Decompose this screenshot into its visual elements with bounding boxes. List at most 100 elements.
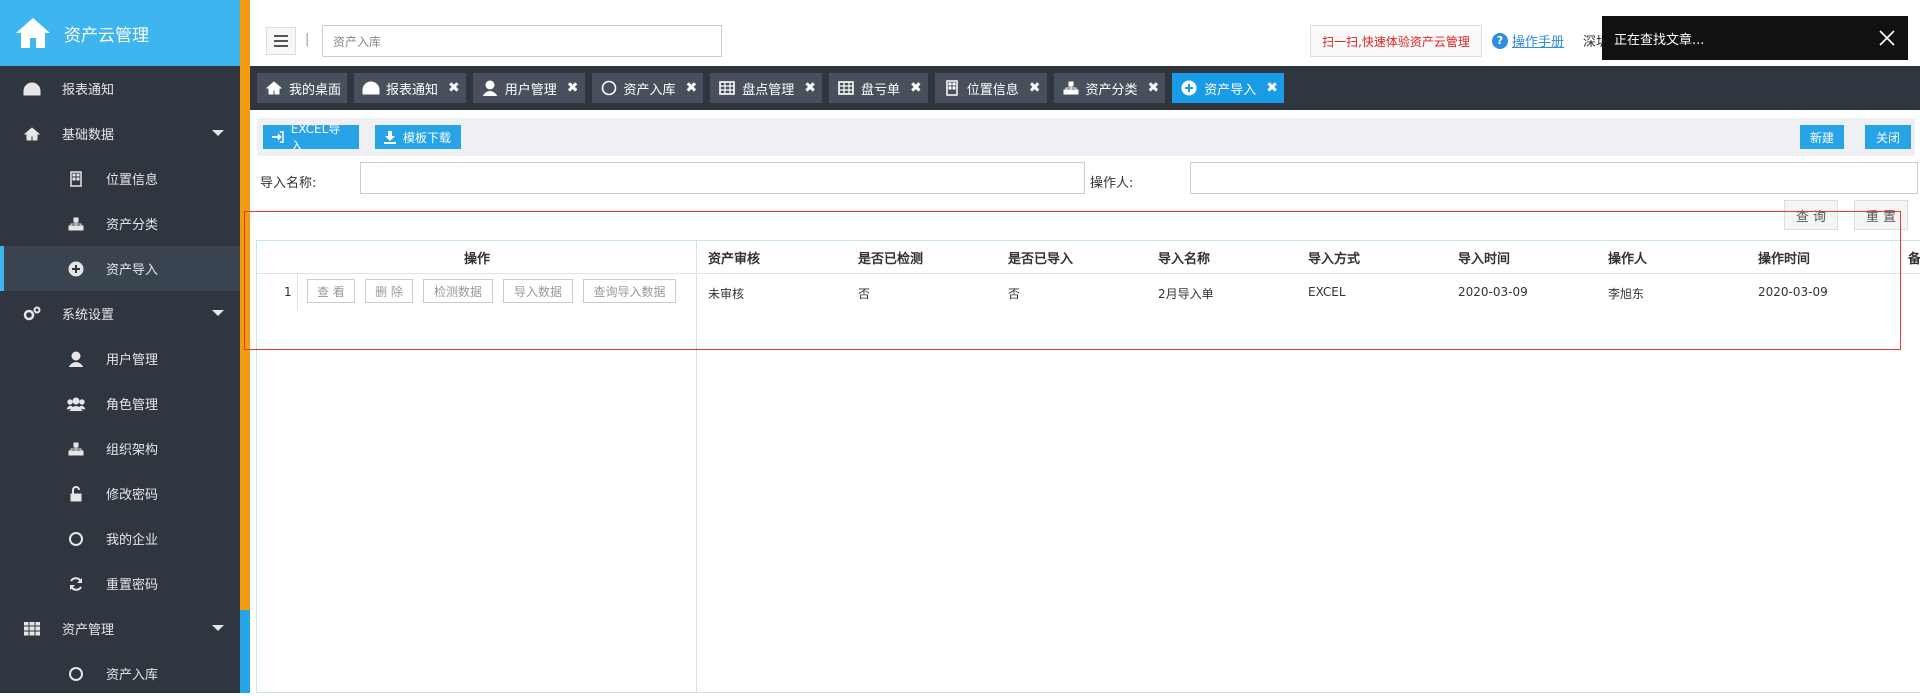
sidebar-item-label: 修改密码	[106, 488, 159, 503]
tab-label: 报表通知	[386, 82, 439, 98]
view-button[interactable]: 查 看	[307, 279, 355, 303]
column-header: 导入名称	[1158, 252, 1211, 267]
excel-import-label: EXCEL导入	[290, 122, 341, 153]
sidebar-item-asset-inbound[interactable]: 资产入库	[0, 651, 240, 696]
main-content: EXCEL导入 模板下载 新建 关闭 导入名称: 操作人: 查 询 重 置 操作…	[250, 110, 1920, 693]
query-button[interactable]: 查 询	[1784, 200, 1838, 230]
sidebar-item-my-company[interactable]: 我的企业	[0, 516, 240, 561]
tab-label: 资产入库	[623, 82, 676, 98]
circle-icon	[66, 529, 86, 549]
template-download-label: 模板下载	[403, 130, 452, 145]
tab-label: 盘亏单	[861, 82, 901, 98]
column-header: 是否已检测	[858, 252, 924, 267]
table-actions-pane: 操作 1 查 看 删 除 检测数据 导入数据 查询导入数据	[257, 241, 697, 692]
column-header: 导入时间	[1458, 252, 1511, 267]
sidebar-item-label: 资产管理	[62, 623, 115, 638]
home-icon	[265, 79, 283, 97]
sidebar-item-asset-import[interactable]: 资产导入	[0, 246, 240, 291]
close-button[interactable]: 关闭	[1865, 125, 1911, 149]
user-icon	[481, 79, 499, 97]
sidebar-item-basic-data[interactable]: 基础数据	[0, 111, 240, 156]
sidebar-item-asset-management[interactable]: 资产管理	[0, 606, 240, 651]
close-icon[interactable]: ✖	[910, 80, 922, 96]
promo-button[interactable]: 扫一扫,快速体验资产云管理	[1310, 25, 1482, 57]
sidebar-item-label: 系统设置	[62, 308, 115, 323]
cogs-icon	[22, 304, 42, 324]
table-icon	[718, 79, 736, 97]
sidebar-item-label: 用户管理	[106, 353, 159, 368]
dashboard-icon	[362, 79, 380, 97]
operator-input[interactable]	[1190, 162, 1918, 194]
close-icon[interactable]	[1878, 29, 1896, 47]
sidebar-item-asset-category[interactable]: 资产分类	[0, 201, 240, 246]
tab-label: 盘点管理	[742, 82, 795, 98]
toast-notification: 正在查找文章...	[1602, 16, 1908, 60]
new-button[interactable]: 新建	[1800, 125, 1844, 149]
top-bar: | 资产入库 扫一扫,快速体验资产云管理 ? 操作手册 深圳 正在查找文章...	[250, 0, 1920, 66]
search-input[interactable]: 资产入库	[322, 25, 722, 57]
tab-label: 资产导入	[1204, 82, 1257, 98]
sidebar-item-label: 重置密码	[106, 578, 159, 593]
menu-toggle-button[interactable]	[266, 27, 296, 55]
excel-import-button[interactable]: EXCEL导入	[263, 122, 359, 153]
import-name-label: 导入名称:	[260, 176, 317, 191]
sidebar-item-org-structure[interactable]: 组织架构	[0, 426, 240, 471]
close-icon[interactable]: ✖	[1266, 80, 1278, 96]
building-icon	[943, 79, 961, 97]
close-icon[interactable]: ✖	[686, 80, 698, 96]
tab-inventory-management[interactable]: 盘点管理 ✖	[710, 73, 823, 103]
help-manual-label: 操作手册	[1512, 35, 1565, 50]
delete-button[interactable]: 删 除	[365, 279, 413, 303]
sidebar-item-report[interactable]: 报表通知	[0, 66, 240, 111]
tab-location[interactable]: 位置信息 ✖	[934, 73, 1047, 103]
sidebar-item-label: 资产导入	[106, 263, 159, 278]
tab-bar: 我的桌面 报表通知 ✖ 用户管理 ✖ 资产入库 ✖ 盘点管理 ✖ 盘亏单 ✖ 位…	[250, 66, 1920, 110]
sidebar: 资产云管理 报表通知 基础数据 位置信息 资产分类 资产导入 系统设置 用户管理…	[0, 0, 240, 693]
home-icon	[22, 124, 42, 144]
download-icon	[384, 131, 396, 144]
sidebar-item-role-management[interactable]: 角色管理	[0, 381, 240, 426]
brand[interactable]: 资产云管理	[0, 0, 240, 66]
close-icon[interactable]: ✖	[567, 80, 579, 96]
column-header: 操作人	[1608, 252, 1648, 267]
dashboard-icon	[22, 79, 42, 99]
import-name-input[interactable]	[360, 162, 1085, 194]
sidebar-item-location[interactable]: 位置信息	[0, 156, 240, 201]
hamburger-icon	[274, 40, 288, 42]
tab-asset-import[interactable]: 资产导入 ✖	[1172, 73, 1285, 103]
sidebar-item-reset-password[interactable]: 重置密码	[0, 561, 240, 606]
circle-icon	[66, 664, 86, 684]
tab-my-desktop[interactable]: 我的桌面	[257, 73, 348, 103]
brand-title: 资产云管理	[64, 25, 149, 46]
import-data-button[interactable]: 导入数据	[503, 279, 573, 303]
tab-report[interactable]: 报表通知 ✖	[354, 73, 466, 103]
tab-label: 位置信息	[966, 82, 1019, 98]
tab-user-management[interactable]: 用户管理 ✖	[472, 73, 585, 103]
close-icon[interactable]: ✖	[448, 80, 460, 96]
tab-label: 用户管理	[504, 82, 557, 98]
user-icon	[66, 349, 86, 369]
sidebar-item-label: 资产分类	[106, 218, 159, 233]
sidebar-item-change-password[interactable]: 修改密码	[0, 471, 240, 516]
tab-inventory-loss[interactable]: 盘亏单 ✖	[829, 73, 928, 103]
close-icon[interactable]: ✖	[804, 80, 816, 96]
tab-asset-category[interactable]: 资产分类 ✖	[1053, 73, 1166, 103]
close-icon[interactable]: ✖	[1148, 80, 1160, 96]
chevron-down-icon	[212, 625, 224, 631]
home-icon	[16, 18, 50, 48]
table-cell: 否	[1008, 287, 1021, 301]
reset-button[interactable]: 重 置	[1854, 200, 1908, 230]
column-header: 备	[1908, 252, 1920, 267]
template-download-button[interactable]: 模板下载	[375, 125, 461, 149]
sidebar-item-label: 位置信息	[106, 173, 159, 188]
sidebar-item-user-management[interactable]: 用户管理	[0, 336, 240, 381]
check-data-button[interactable]: 检测数据	[423, 279, 493, 303]
close-icon[interactable]: ✖	[1029, 80, 1041, 96]
sidebar-item-label: 资产入库	[106, 668, 159, 683]
help-manual-link[interactable]: ? 操作手册	[1492, 31, 1564, 50]
sidebar-item-system-settings[interactable]: 系统设置	[0, 291, 240, 336]
column-header: 操作时间	[1758, 252, 1811, 267]
query-import-data-button[interactable]: 查询导入数据	[583, 279, 676, 303]
tab-asset-inbound[interactable]: 资产入库 ✖	[591, 73, 704, 103]
sitemap-icon	[66, 214, 86, 234]
